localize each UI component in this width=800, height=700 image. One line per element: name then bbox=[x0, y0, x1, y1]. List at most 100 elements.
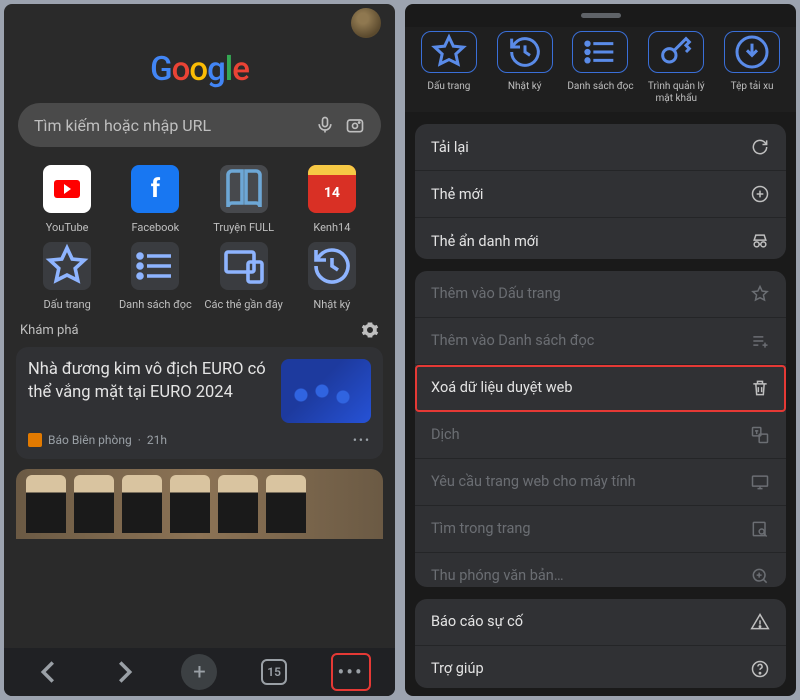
shortcut-label: Facebook bbox=[131, 221, 179, 234]
news-meta: Báo Biên phòng · 21h ••• bbox=[28, 433, 371, 447]
menu-item-label: Thêm vào Danh sách đọc bbox=[431, 332, 594, 349]
star-icon bbox=[43, 242, 91, 290]
news-source: Báo Biên phòng bbox=[48, 433, 132, 447]
list-icon bbox=[131, 242, 179, 290]
menu-item-alert[interactable]: Báo cáo sự cố bbox=[415, 599, 786, 646]
shortcut-label: Danh sách đọc bbox=[119, 298, 192, 311]
google-logo: Google bbox=[150, 50, 249, 89]
menu-item-trash[interactable]: Xoá dữ liệu duyệt web bbox=[415, 365, 786, 412]
news-title: Nhà đương kim vô địch EURO có thể vắng m… bbox=[28, 359, 271, 423]
mic-icon[interactable] bbox=[315, 115, 335, 135]
back-button[interactable] bbox=[28, 653, 68, 691]
list-icon bbox=[572, 31, 628, 73]
menu-item-label: Trợ giúp bbox=[431, 660, 484, 677]
strip-key[interactable]: Trình quản lý mật khẩu bbox=[640, 31, 712, 104]
overflow-menu-button[interactable]: ••• bbox=[331, 653, 371, 691]
strip-history[interactable]: Nhật ký bbox=[489, 31, 561, 104]
alert-icon bbox=[750, 612, 770, 632]
menu-item-label: Dịch bbox=[431, 426, 460, 443]
top-bar bbox=[4, 4, 395, 42]
google-logo-row: Google bbox=[4, 50, 395, 89]
news-more-icon[interactable]: ••• bbox=[353, 433, 371, 447]
news-thumbnail bbox=[281, 359, 371, 423]
top-shortcut-strip: Dấu trang Nhật ký Danh sách đọc Trình quản … bbox=[405, 27, 796, 112]
news-card[interactable]: Nhà đương kim vô địch EURO có thể vắng m… bbox=[16, 347, 383, 459]
history-icon bbox=[308, 242, 356, 290]
trash-icon bbox=[750, 378, 770, 398]
menu-item-plus-circle[interactable]: Thẻ mới bbox=[415, 171, 786, 218]
star-icon bbox=[750, 284, 770, 304]
strip-label: Tệp tải xu bbox=[731, 81, 774, 93]
shortcut-star[interactable]: Dấu trang bbox=[26, 242, 108, 311]
menu-item-label: Tải lại bbox=[431, 139, 469, 156]
tab-count: 15 bbox=[261, 659, 287, 685]
shortcuts-row-1: YouTubefFacebookTruyện FULL14Kenh14 bbox=[4, 147, 395, 238]
profile-avatar[interactable] bbox=[351, 8, 381, 38]
gear-icon[interactable] bbox=[361, 321, 379, 339]
menu-item-label: Yêu cầu trang web cho máy tính bbox=[431, 473, 636, 490]
desktop-icon bbox=[750, 472, 770, 492]
new-tab-button[interactable]: + bbox=[181, 654, 217, 690]
plus-circle-icon bbox=[750, 184, 770, 204]
reload-icon bbox=[750, 137, 770, 157]
menu-item-help[interactable]: Trợ giúp bbox=[415, 646, 786, 689]
menu-section-2: Thêm vào Dấu trang Thêm vào Danh sách đọc… bbox=[415, 271, 786, 587]
discover-label: Khám phá bbox=[20, 323, 79, 338]
tabs-button[interactable]: 15 bbox=[254, 653, 294, 691]
strip-label: Dấu trang bbox=[427, 81, 470, 93]
bottom-toolbar: + 15 ••• bbox=[4, 648, 395, 696]
shortcut-label: Dấu trang bbox=[43, 298, 90, 311]
chrome-home-screen: Google Tìm kiếm hoặc nhập URL YouTubefFa… bbox=[4, 4, 395, 696]
menu-item-label: Thêm vào Dấu trang bbox=[431, 285, 561, 302]
strip-label: Trình quản lý mật khẩu bbox=[640, 81, 712, 104]
menu-item-label: Thu phóng văn bản… bbox=[431, 567, 564, 584]
forward-button[interactable] bbox=[105, 653, 145, 691]
menu-item-incognito[interactable]: Thẻ ẩn danh mới bbox=[415, 218, 786, 259]
menu-item-reload[interactable]: Tải lại bbox=[415, 124, 786, 171]
menu-section-1: Tải lại Thẻ mới Thẻ ẩn danh mới bbox=[415, 124, 786, 259]
shortcut-devices[interactable]: Các thẻ gần đây bbox=[203, 242, 285, 311]
menu-item-star: Thêm vào Dấu trang bbox=[415, 271, 786, 318]
news-card-2-image[interactable] bbox=[16, 469, 383, 539]
find-icon bbox=[750, 519, 770, 539]
menu-item-label: Thẻ mới bbox=[431, 186, 483, 203]
zoom-icon bbox=[750, 566, 770, 586]
shortcut-facebook[interactable]: fFacebook bbox=[114, 165, 196, 234]
shortcut-youtube[interactable]: YouTube bbox=[26, 165, 108, 234]
shortcut-label: Nhật ký bbox=[313, 298, 350, 311]
readlist-icon bbox=[750, 331, 770, 351]
strip-label: Nhật ký bbox=[508, 81, 542, 93]
news-time: 21h bbox=[147, 433, 167, 447]
menu-item-zoom: Thu phóng văn bản… bbox=[415, 553, 786, 587]
download-icon bbox=[724, 31, 780, 73]
search-bar[interactable]: Tìm kiếm hoặc nhập URL bbox=[18, 103, 381, 147]
shortcut-list[interactable]: Danh sách đọc bbox=[114, 242, 196, 311]
sheet-handle[interactable] bbox=[405, 4, 796, 27]
history-icon bbox=[497, 31, 553, 73]
menu-item-label: Tìm trong trang bbox=[431, 520, 531, 537]
menu-item-label: Thẻ ẩn danh mới bbox=[431, 233, 539, 250]
menu-item-label: Xoá dữ liệu duyệt web bbox=[431, 379, 572, 396]
shortcut-label: Kenh14 bbox=[313, 221, 350, 234]
lens-icon[interactable] bbox=[345, 115, 365, 135]
shortcut-label: Các thẻ gần đây bbox=[204, 298, 283, 311]
shortcut-history[interactable]: Nhật ký bbox=[291, 242, 373, 311]
star-icon bbox=[421, 31, 477, 73]
strip-download[interactable]: Tệp tải xu bbox=[716, 31, 788, 104]
search-placeholder: Tìm kiếm hoặc nhập URL bbox=[34, 116, 305, 135]
shortcut-k14[interactable]: 14Kenh14 bbox=[291, 165, 373, 234]
shortcut-book[interactable]: Truyện FULL bbox=[203, 165, 285, 234]
devices-icon bbox=[220, 242, 268, 290]
incognito-icon bbox=[750, 231, 770, 251]
strip-label: Danh sách đọc bbox=[567, 81, 633, 93]
discover-header: Khám phá bbox=[4, 315, 395, 347]
menu-item-readlist: Thêm vào Danh sách đọc bbox=[415, 318, 786, 365]
news-source-icon bbox=[28, 433, 42, 447]
menu-item-label: Báo cáo sự cố bbox=[431, 613, 523, 630]
menu-section-3: Báo cáo sự cố Trợ giúp bbox=[415, 599, 786, 689]
key-icon bbox=[648, 31, 704, 73]
strip-star[interactable]: Dấu trang bbox=[413, 31, 485, 104]
strip-list[interactable]: Danh sách đọc bbox=[565, 31, 637, 104]
chrome-menu-sheet: Dấu trang Nhật ký Danh sách đọc Trình quản … bbox=[405, 4, 796, 696]
menu-item-find: Tìm trong trang bbox=[415, 506, 786, 553]
